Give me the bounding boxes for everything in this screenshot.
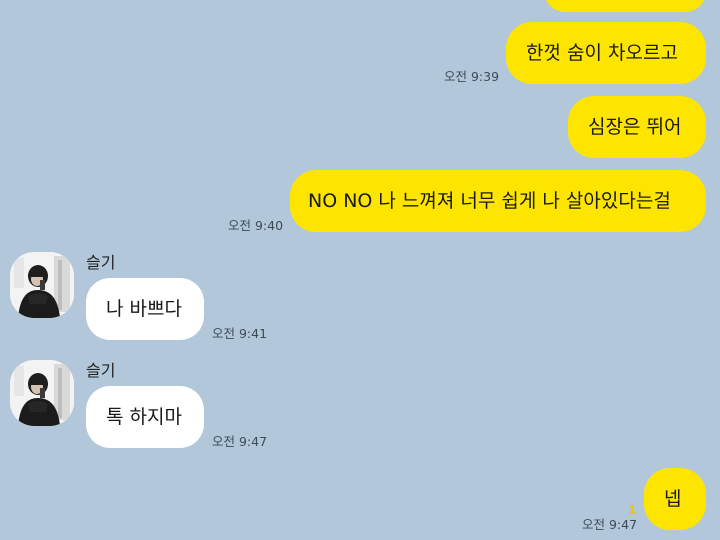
incoming-message-bubble[interactable]: 나 바쁘다 xyxy=(86,278,204,340)
message-timestamp: 오전 9:39 xyxy=(444,69,500,84)
message-timestamp: 오전 9:41 xyxy=(212,326,268,341)
my-message-bubble[interactable]: 넵 xyxy=(644,468,706,530)
sender-name: 슬기 xyxy=(86,253,116,272)
my-message-bubble[interactable]: 심장은 뛰어 xyxy=(568,96,706,158)
message-timestamp: 오전 9:40 xyxy=(228,218,284,233)
message-text: 심장은 뛰어 xyxy=(588,116,682,138)
my-message-bubble-partial[interactable] xyxy=(544,0,706,12)
sender-avatar[interactable] xyxy=(10,360,74,426)
sender-name: 슬기 xyxy=(86,361,116,380)
unread-count: 1 xyxy=(628,503,637,517)
message-timestamp: 오전 9:47 xyxy=(212,434,268,449)
incoming-message-bubble[interactable]: 톡 하지마 xyxy=(86,386,204,448)
message-text: 한껏 숨이 차오르고 xyxy=(526,42,678,64)
message-text: NO NO 나 느껴져 너무 쉽게 나 살아있다는걸 xyxy=(308,190,671,212)
message-text: 넵 xyxy=(664,488,682,510)
message-text: 나 바쁘다 xyxy=(106,298,182,320)
my-message-bubble[interactable]: NO NO 나 느껴져 너무 쉽게 나 살아있다는걸 xyxy=(290,170,706,232)
my-message-bubble[interactable]: 한껏 숨이 차오르고 xyxy=(506,22,706,84)
chat-view[interactable]: 한껏 숨이 차오르고 오전 9:39 심장은 뛰어 NO NO 나 느껴져 너무… xyxy=(0,0,720,540)
sender-avatar[interactable] xyxy=(10,252,74,318)
profile-photo-icon xyxy=(10,360,74,426)
message-text: 톡 하지마 xyxy=(106,406,182,428)
profile-photo-icon xyxy=(10,252,74,318)
message-timestamp: 오전 9:47 xyxy=(582,517,638,532)
